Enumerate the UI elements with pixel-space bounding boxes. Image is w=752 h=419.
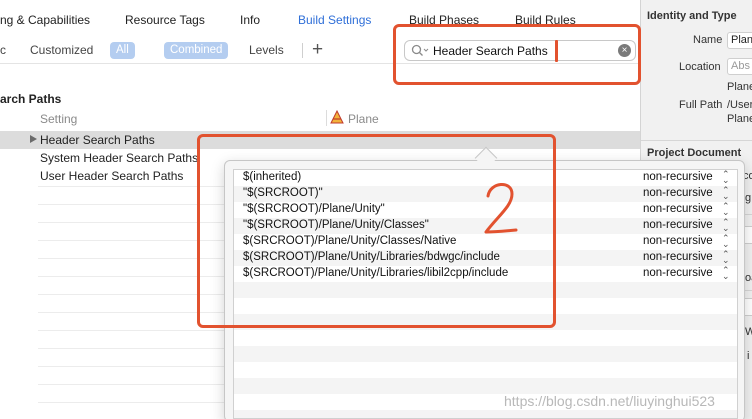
annotation-cursor-mark — [555, 40, 558, 62]
location-label: Location — [679, 61, 721, 73]
chevron-updown-icon[interactable]: ⌃ ⌄ — [722, 266, 730, 281]
chevron-updown-icon[interactable]: ⌃ ⌄ — [722, 186, 730, 201]
chevron-updown-icon[interactable]: ⌃ ⌄ — [722, 202, 730, 217]
tab-signing-capabilities[interactable]: ng & Capabilities — [0, 13, 90, 27]
empty-row — [234, 330, 737, 346]
empty-row — [234, 378, 737, 394]
row-divider — [38, 384, 228, 385]
column-divider — [326, 110, 327, 126]
row-divider — [38, 366, 228, 367]
recursion-select[interactable]: non-recursive — [643, 219, 713, 231]
filter-combined-button[interactable]: Combined — [164, 42, 229, 59]
filter-customized-button[interactable]: Customized — [30, 42, 93, 59]
empty-row — [234, 346, 737, 362]
full-path-value-line2: Plane — [727, 113, 752, 125]
recursion-select[interactable]: non-recursive — [643, 251, 713, 263]
tab-resource-tags[interactable]: Resource Tags — [125, 13, 205, 27]
location-path: Plane — [727, 81, 752, 93]
inspector-partial-text: g — [745, 192, 752, 204]
inspector-partial-text: oa — [745, 272, 752, 284]
setting-label: User Header Search Paths — [40, 169, 184, 183]
recursion-select[interactable]: non-recursive — [643, 171, 713, 183]
disclosure-triangle-icon[interactable] — [30, 135, 37, 143]
identity-and-type-heading: Identity and Type — [647, 10, 737, 22]
annotation-box-search — [393, 24, 641, 85]
section-title: arch Paths — [0, 92, 62, 106]
chevron-updown-icon[interactable]: ⌃ ⌄ — [722, 234, 730, 249]
setting-label: System Header Search Paths — [40, 151, 199, 165]
setting-label: Header Search Paths — [40, 133, 155, 147]
empty-row — [234, 362, 737, 378]
inspector-divider — [641, 140, 752, 141]
inspector-partial-text: W — [745, 326, 752, 338]
annotation-number-2 — [484, 183, 518, 234]
chevron-updown-icon[interactable]: ⌃ ⌄ — [722, 218, 730, 233]
inspector-partial-text: i — [747, 350, 750, 362]
filter-divider — [302, 43, 303, 58]
column-header-plane-label: Plane — [348, 111, 379, 126]
empty-row — [234, 410, 737, 418]
row-divider — [38, 348, 228, 349]
chevron-updown-icon[interactable]: ⌃ ⌄ — [722, 250, 730, 265]
column-header-setting: Setting — [40, 112, 78, 126]
filter-basic-button[interactable]: c — [0, 42, 6, 59]
full-path-value: /User — [727, 99, 752, 111]
target-icon — [330, 109, 344, 127]
full-path-label: Full Path — [679, 99, 723, 111]
filter-all-button[interactable]: All — [110, 42, 135, 59]
filter-levels-button[interactable]: Levels — [249, 42, 284, 59]
tab-build-settings[interactable]: Build Settings — [298, 13, 371, 27]
project-document-heading: Project Document — [647, 147, 742, 159]
location-select[interactable]: Abs — [727, 58, 752, 75]
recursion-select[interactable]: non-recursive — [643, 203, 713, 215]
row-divider — [38, 402, 228, 403]
chevron-updown-icon[interactable]: ⌃ ⌄ — [722, 170, 730, 185]
watermark: https://blog.csdn.net/liuyinghui523 — [504, 393, 715, 409]
column-header-plane: Plane — [330, 109, 379, 127]
tab-info[interactable]: Info — [240, 13, 260, 27]
name-field[interactable]: Plan — [727, 32, 752, 49]
add-setting-button[interactable]: + — [312, 38, 323, 62]
recursion-select[interactable]: non-recursive — [643, 267, 713, 279]
name-label: Name — [693, 34, 723, 46]
recursion-select[interactable]: non-recursive — [643, 235, 713, 247]
row-divider — [38, 330, 228, 331]
recursion-select[interactable]: non-recursive — [643, 187, 713, 199]
